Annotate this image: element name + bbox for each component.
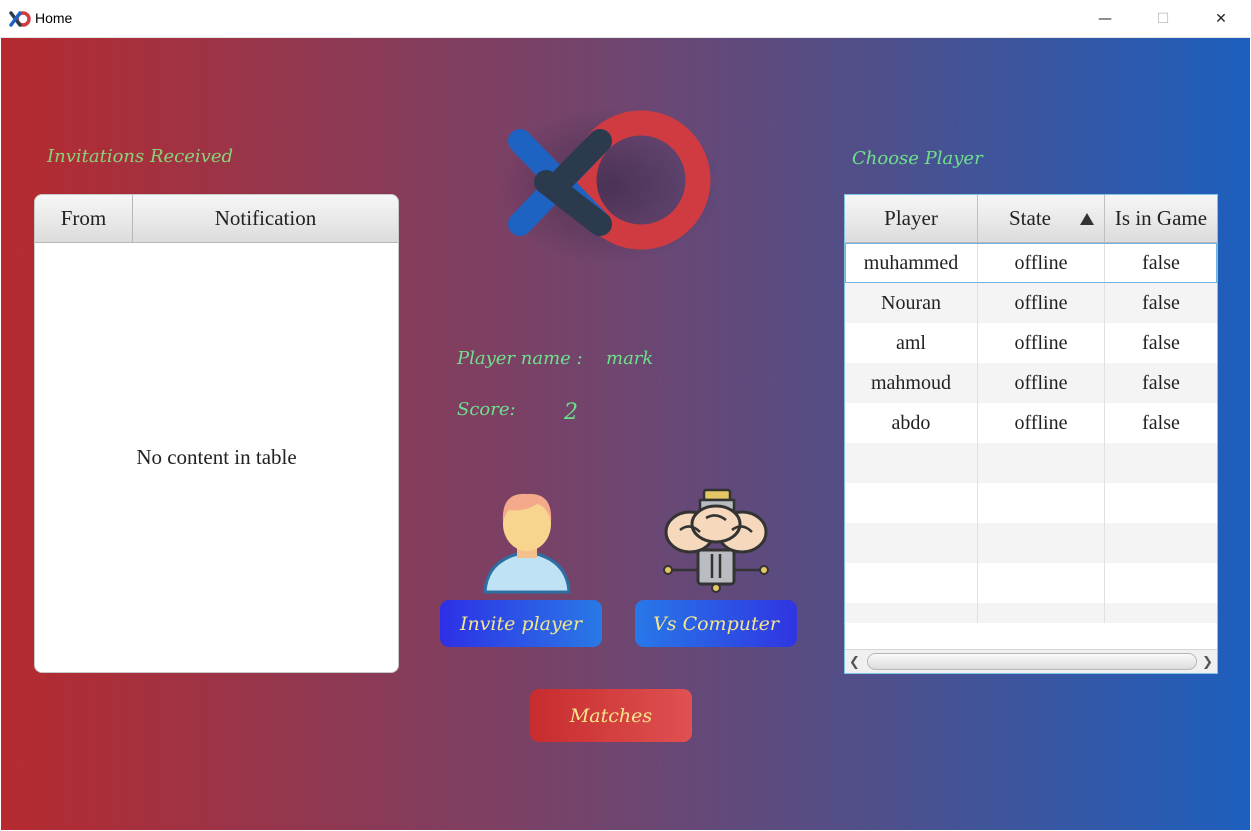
horizontal-scrollbar[interactable]: ❮ ❯	[845, 649, 1217, 673]
in-game-cell: false	[1142, 291, 1180, 314]
players-table-header: Player State Is in Game	[845, 195, 1217, 243]
column-header-player[interactable]: Player	[845, 195, 978, 242]
maximize-button[interactable]: ☐	[1134, 0, 1192, 38]
players-table-body: muhammed offline false Nouran offline fa…	[845, 243, 1217, 623]
player-cell: Nouran	[845, 283, 978, 323]
in-game-cell: false	[1142, 411, 1180, 434]
player-name-value: mark	[606, 348, 654, 369]
table-row[interactable]: muhammed offline false	[845, 243, 1217, 283]
scroll-right-icon[interactable]: ❯	[1202, 655, 1213, 670]
empty-table-row	[845, 603, 1217, 623]
state-cell: offline	[978, 403, 1105, 443]
empty-cell	[1105, 603, 1217, 623]
in-game-cell: false	[1142, 251, 1180, 274]
empty-table-row	[845, 483, 1217, 523]
column-header-from[interactable]: From	[35, 195, 133, 242]
state-cell: offline	[978, 363, 1105, 403]
empty-cell	[1105, 563, 1217, 603]
empty-cell	[978, 443, 1105, 483]
empty-cell	[845, 483, 978, 523]
empty-cell	[845, 603, 978, 623]
empty-cell	[1105, 523, 1217, 563]
empty-table-row	[845, 523, 1217, 563]
column-header-player-label: Player	[884, 206, 938, 230]
xo-logo-icon	[498, 108, 722, 264]
score-label: Score:	[457, 399, 516, 420]
window-title: Home	[35, 10, 73, 26]
invitations-title: Invitations Received	[47, 146, 234, 167]
table-row[interactable]: abdo offline false	[845, 403, 1217, 443]
table-row[interactable]: Nouran offline false	[845, 283, 1217, 323]
choose-player-title: Choose Player	[852, 148, 983, 169]
player-name-label: Player name :	[457, 348, 583, 369]
robot-brain-icon[interactable]	[660, 488, 772, 594]
minimize-button[interactable]: —	[1076, 0, 1134, 38]
title-bar: Home — ☐ ✕	[0, 0, 1251, 38]
in-game-cell: false	[1142, 331, 1180, 354]
state-cell: offline	[978, 243, 1105, 283]
player-cell: muhammed	[845, 243, 978, 283]
home-screen: Invitations Received From Notification N…	[1, 38, 1250, 830]
empty-cell	[1105, 483, 1217, 523]
invitations-table-header: From Notification	[35, 195, 398, 243]
column-header-state-label: State	[1009, 206, 1051, 230]
players-table[interactable]: Player State Is in Game muhammed offline…	[844, 194, 1218, 674]
empty-cell	[845, 523, 978, 563]
column-header-is-in-game[interactable]: Is in Game	[1105, 195, 1217, 242]
empty-cell	[978, 603, 1105, 623]
player-cell: abdo	[845, 403, 978, 443]
state-cell: offline	[978, 283, 1105, 323]
empty-cell	[845, 443, 978, 483]
empty-cell	[845, 563, 978, 603]
table-row[interactable]: mahmoud offline false	[845, 363, 1217, 403]
state-cell: offline	[978, 323, 1105, 363]
player-cell: aml	[845, 323, 978, 363]
scroll-left-icon[interactable]: ❮	[849, 655, 860, 670]
player-cell: mahmoud	[845, 363, 978, 403]
person-icon[interactable]	[479, 488, 575, 596]
empty-cell	[978, 523, 1105, 563]
empty-table-message: No content in table	[136, 445, 297, 469]
empty-table-row	[845, 443, 1217, 483]
column-header-notification[interactable]: Notification	[133, 195, 398, 242]
scrollbar-thumb[interactable]	[867, 653, 1197, 670]
sort-ascending-icon	[1080, 213, 1094, 225]
in-game-cell: false	[1142, 371, 1180, 394]
column-header-state[interactable]: State	[978, 195, 1105, 242]
matches-button[interactable]: Matches	[530, 689, 692, 742]
vs-computer-button[interactable]: Vs Computer	[635, 600, 797, 647]
close-button[interactable]: ✕	[1192, 0, 1250, 38]
xo-logo-icon	[9, 11, 31, 27]
empty-cell	[1105, 443, 1217, 483]
empty-cell	[978, 563, 1105, 603]
column-header-is-in-game-label: Is in Game	[1114, 206, 1208, 230]
table-row[interactable]: aml offline false	[845, 323, 1217, 363]
invite-player-button[interactable]: Invite player	[440, 600, 602, 647]
empty-cell	[978, 483, 1105, 523]
empty-table-row	[845, 563, 1217, 603]
score-value: 2	[564, 400, 578, 425]
invitations-table[interactable]: From Notification No content in table	[34, 194, 399, 673]
